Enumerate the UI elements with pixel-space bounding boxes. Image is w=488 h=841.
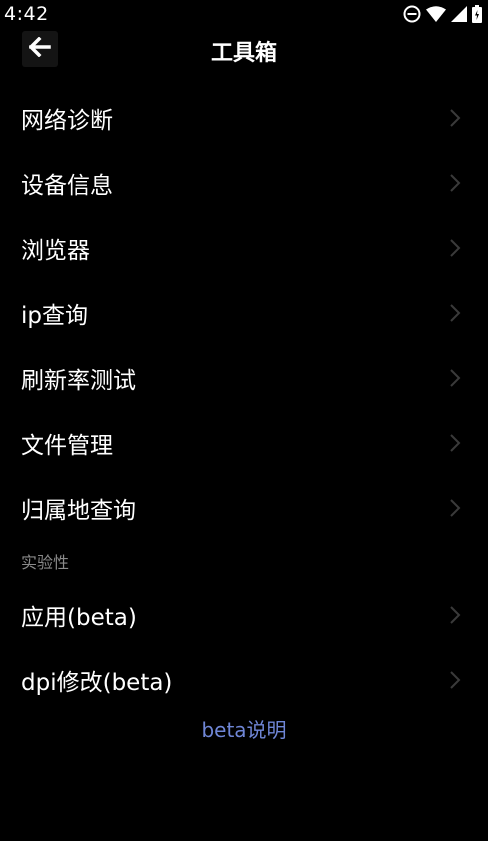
status-time: 4:42 — [4, 3, 49, 25]
menu-item-network-diagnosis[interactable]: 网络诊断 — [0, 86, 488, 150]
menu-item-dpi-modify-beta[interactable]: dpi修改(beta) — [0, 648, 488, 712]
section-header-experimental: 实验性 — [21, 553, 70, 572]
status-bar: 4:42 — [0, 0, 488, 28]
menu-item-label: 刷新率测试 — [21, 368, 136, 394]
menu-item-file-manager[interactable]: 文件管理 — [0, 411, 488, 475]
menu-item-label: 文件管理 — [21, 433, 113, 459]
menu-item-label: 浏览器 — [21, 238, 90, 264]
chevron-right-icon — [450, 671, 461, 689]
menu-item-device-info[interactable]: 设备信息 — [0, 151, 488, 215]
menu-item-refresh-rate-test[interactable]: 刷新率测试 — [0, 346, 488, 410]
toolbar: 工具箱 — [0, 28, 488, 72]
status-icons — [403, 4, 482, 24]
chevron-right-icon — [450, 369, 461, 387]
menu-item-ip-lookup[interactable]: ip查询 — [0, 281, 488, 345]
chevron-right-icon — [450, 174, 461, 192]
chevron-right-icon — [450, 499, 461, 517]
menu-item-browser[interactable]: 浏览器 — [0, 216, 488, 280]
chevron-right-icon — [450, 304, 461, 322]
beta-info-link[interactable]: beta说明 — [0, 714, 488, 743]
chevron-right-icon — [450, 434, 461, 452]
menu-item-label: dpi修改(beta) — [21, 670, 173, 696]
menu-item-number-location-lookup[interactable]: 归属地查询 — [0, 476, 488, 540]
menu-item-label: 应用(beta) — [21, 605, 137, 631]
menu-item-apps-beta[interactable]: 应用(beta) — [0, 583, 488, 647]
signal-icon — [451, 6, 467, 22]
chevron-right-icon — [450, 239, 461, 257]
chevron-right-icon — [450, 109, 461, 127]
menu-item-label: ip查询 — [21, 303, 88, 329]
wifi-icon — [426, 6, 446, 22]
page-title: 工具箱 — [210, 41, 277, 66]
menu-item-label: 设备信息 — [21, 173, 113, 199]
battery-icon — [472, 5, 482, 23]
do-not-disturb-icon — [403, 5, 421, 23]
chevron-right-icon — [450, 606, 461, 624]
menu-item-label: 网络诊断 — [21, 108, 113, 134]
menu-item-label: 归属地查询 — [21, 498, 136, 524]
